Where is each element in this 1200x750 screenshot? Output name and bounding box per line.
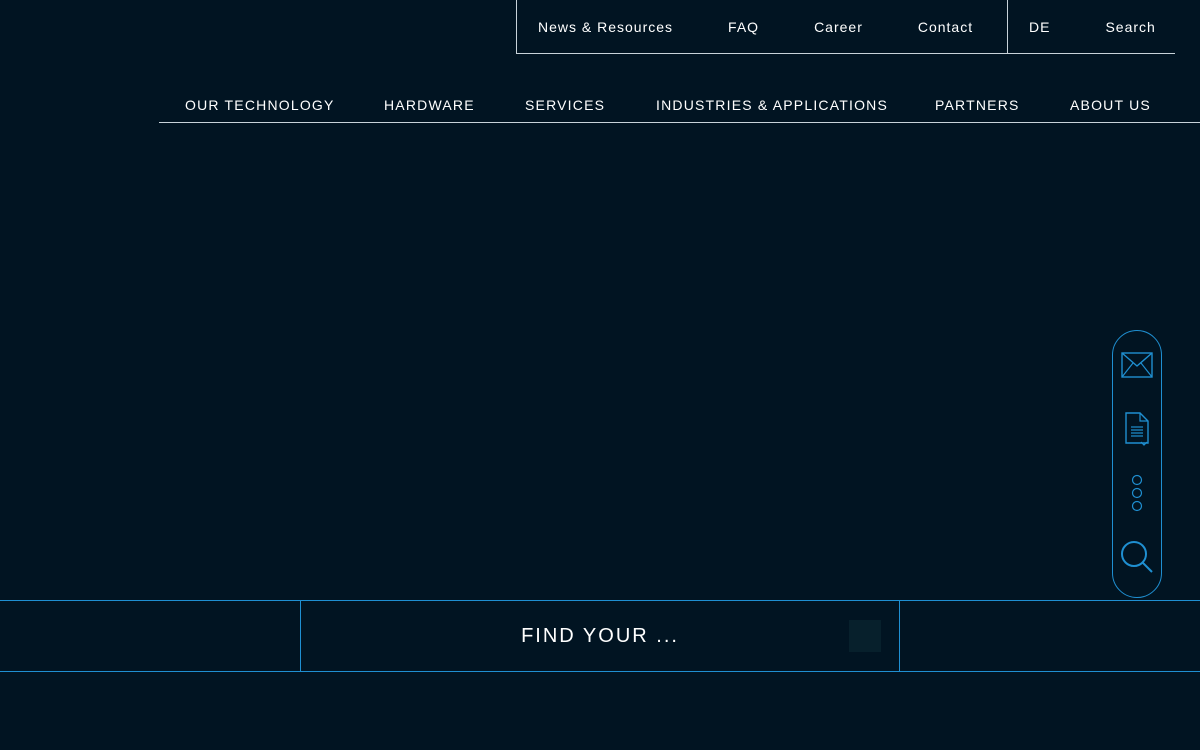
language-switch[interactable]: DE: [1029, 19, 1050, 35]
main-nav-services[interactable]: SERVICES: [525, 97, 605, 113]
steps-button[interactable]: [1113, 469, 1161, 517]
find-your-button[interactable]: FIND YOUR ...: [300, 600, 900, 672]
main-nav-industries-applications[interactable]: INDUSTRIES & APPLICATIONS: [656, 97, 888, 113]
mail-button[interactable]: [1113, 341, 1161, 389]
document-download-icon: [1125, 412, 1149, 446]
find-indicator: [849, 620, 881, 652]
page: News & Resources FAQ Career Contact DE S…: [0, 0, 1200, 750]
search-icon: [1121, 541, 1153, 573]
top-utility-nav: News & Resources FAQ Career Contact: [516, 0, 1007, 54]
search-link[interactable]: Search: [1105, 19, 1155, 35]
find-your-label: FIND YOUR ...: [521, 624, 679, 647]
main-nav-partners[interactable]: PARTNERS: [935, 97, 1020, 113]
main-nav-our-technology[interactable]: OUR TECHNOLOGY: [185, 97, 335, 113]
top-utility-right: DE Search: [1007, 0, 1175, 54]
main-nav: OUR TECHNOLOGY HARDWARE SERVICES INDUSTR…: [159, 86, 1200, 123]
main-nav-hardware[interactable]: HARDWARE: [384, 97, 475, 113]
document-download-button[interactable]: [1113, 405, 1161, 453]
nav-link-news-resources[interactable]: News & Resources: [538, 19, 673, 35]
nav-link-contact[interactable]: Contact: [918, 19, 973, 35]
main-nav-about-us[interactable]: ABOUT US: [1070, 97, 1151, 113]
search-widget-button[interactable]: [1113, 533, 1161, 581]
nav-link-faq[interactable]: FAQ: [728, 19, 759, 35]
nav-link-career[interactable]: Career: [814, 19, 863, 35]
mail-icon: [1121, 352, 1153, 378]
quick-access-widget: [1112, 330, 1162, 598]
find-bar: FIND YOUR ...: [0, 600, 1200, 672]
steps-icon: [1131, 474, 1143, 512]
